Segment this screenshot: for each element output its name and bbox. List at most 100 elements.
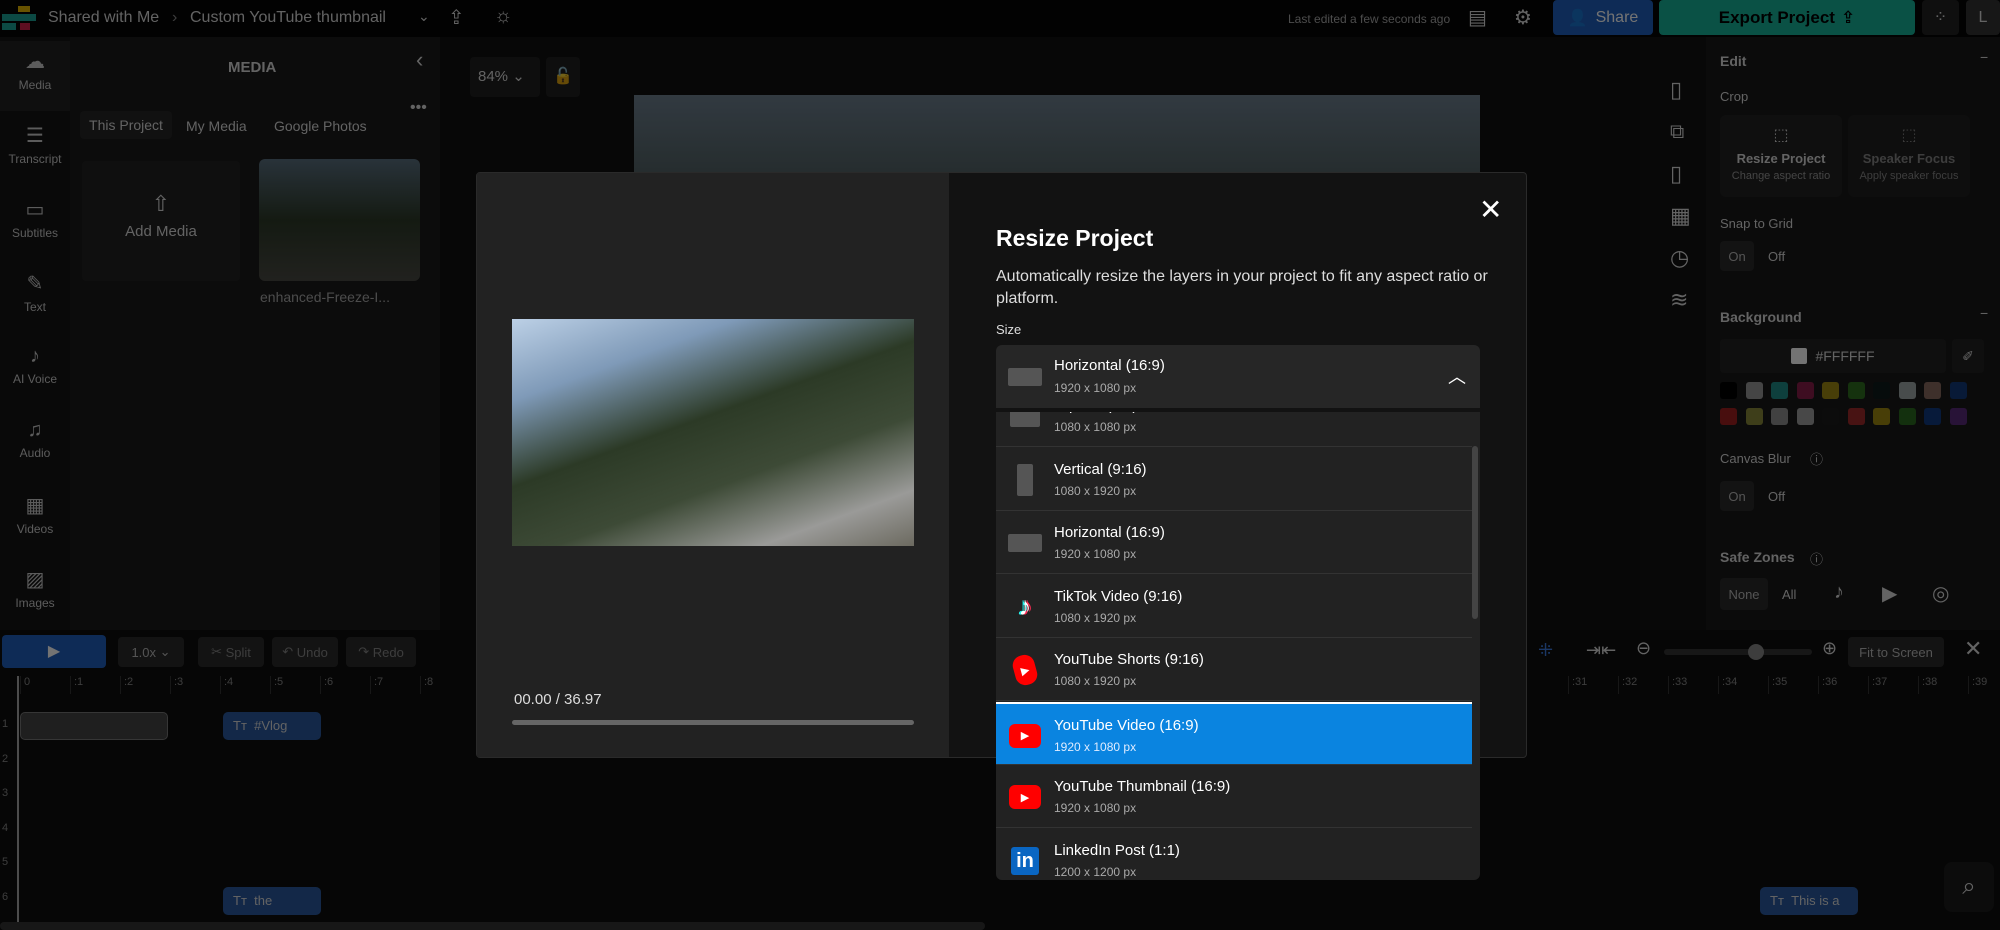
tab-this-project[interactable]: This Project: [80, 111, 172, 139]
grid-icon[interactable]: ▦: [1670, 203, 1691, 229]
lightbulb-icon[interactable]: ☼: [494, 5, 512, 28]
size-option[interactable]: Square (1:1)1080 x 1080 px: [996, 412, 1472, 447]
comments-icon[interactable]: ▤: [1468, 5, 1487, 30]
preview-progress-bar[interactable]: [512, 720, 914, 725]
collapse-panel-icon[interactable]: ‹: [416, 47, 423, 73]
rail-item-transcript[interactable]: ☰ Transcript: [0, 115, 70, 185]
size-option[interactable]: ▶ YouTube Video (16:9) 1920 x 1080 px: [996, 701, 1472, 765]
speaker-focus-button[interactable]: ⬚ Speaker Focus Apply speaker focus: [1848, 115, 1970, 197]
play-button[interactable]: ▶: [2, 635, 106, 668]
unlock-icon[interactable]: 🔓: [546, 57, 580, 97]
redo-button[interactable]: ↷ Redo: [346, 637, 416, 667]
undo-button[interactable]: ↶ Undo: [272, 637, 338, 667]
share-button[interactable]: 👤 Share: [1553, 0, 1653, 35]
safe-zone-none-button[interactable]: None: [1720, 578, 1768, 610]
color-swatch[interactable]: [1898, 382, 1916, 399]
avatar[interactable]: L: [1966, 0, 2000, 35]
color-swatch[interactable]: [1771, 382, 1788, 399]
add-media-button[interactable]: ⇧ Add Media: [82, 161, 240, 281]
snap-magnet-icon[interactable]: ⁜: [1538, 640, 1553, 661]
color-swatch[interactable]: [1796, 408, 1814, 425]
eyedropper-icon[interactable]: ✐: [1952, 339, 1984, 373]
rail-item-ai-voice[interactable]: ♪ AI Voice: [0, 337, 70, 407]
snap-on-button[interactable]: On: [1720, 241, 1754, 271]
color-swatch[interactable]: [1720, 382, 1737, 399]
more-options-icon[interactable]: •••: [410, 99, 427, 117]
fit-arrows-icon[interactable]: ⇥⇤: [1586, 640, 1616, 661]
close-icon[interactable]: ✕: [1479, 193, 1502, 226]
timer-icon[interactable]: ◷: [1670, 245, 1689, 271]
rail-item-images[interactable]: ▨ Images: [0, 559, 70, 629]
help-icon[interactable]: ⓘ: [1810, 549, 1823, 568]
color-swatch[interactable]: [1720, 408, 1737, 425]
text-clip[interactable]: Tт This is a: [1760, 887, 1858, 915]
split-button[interactable]: ✂ Split: [198, 637, 264, 667]
playhead[interactable]: [17, 676, 19, 926]
gear-icon[interactable]: ⚙: [1514, 5, 1532, 30]
zoom-in-icon[interactable]: ⊕: [1822, 638, 1837, 659]
size-option[interactable]: ▶ YouTube Shorts (9:16) 1080 x 1920 px: [996, 638, 1472, 701]
collapse-icon[interactable]: −: [1980, 305, 1988, 321]
text-clip[interactable]: Tт #Vlog: [223, 712, 321, 740]
color-swatch[interactable]: [1873, 408, 1890, 425]
timeline-zoom-slider[interactable]: [1664, 644, 1812, 660]
timeline-scrollbar[interactable]: [0, 922, 985, 930]
color-swatch[interactable]: [1847, 408, 1865, 425]
rail-item-videos[interactable]: ▦ Videos: [0, 485, 70, 555]
color-swatch[interactable]: [1745, 382, 1763, 399]
color-swatch[interactable]: [1873, 382, 1890, 399]
size-option[interactable]: ♪ TikTok Video (9:16) 1080 x 1920 px: [996, 575, 1472, 638]
tab-my-media[interactable]: My Media: [186, 118, 247, 134]
color-swatch[interactable]: [1924, 408, 1941, 425]
background-color-input[interactable]: #FFFFFF: [1720, 339, 1946, 373]
layers-icon[interactable]: ≋: [1670, 287, 1688, 313]
size-option[interactable]: ▶ YouTube Thumbnail (16:9) 1920 x 1080 px: [996, 765, 1472, 828]
close-timeline-icon[interactable]: ✕: [1964, 636, 1982, 662]
app-logo[interactable]: [2, 6, 36, 30]
phone-icon[interactable]: ▯: [1670, 161, 1682, 187]
safe-zone-all-button[interactable]: All: [1782, 587, 1796, 602]
zoom-out-icon[interactable]: ⊖: [1636, 638, 1651, 659]
size-option[interactable]: in LinkedIn Post (1:1) 1200 x 1200 px: [996, 829, 1472, 881]
video-clip[interactable]: [20, 712, 168, 740]
color-swatch[interactable]: [1796, 382, 1814, 399]
text-clip[interactable]: Tт the: [223, 887, 321, 915]
color-swatch[interactable]: [1771, 408, 1788, 425]
search-icon[interactable]: ⌕: [1944, 862, 1994, 912]
upload-icon[interactable]: ⇪: [448, 5, 465, 30]
chevron-down-icon[interactable]: ⌄: [418, 8, 430, 25]
size-option[interactable]: Horizontal (16:9) 1920 x 1080 px: [996, 511, 1472, 574]
color-swatch[interactable]: [1822, 382, 1839, 399]
media-thumbnail[interactable]: [259, 159, 420, 281]
instagram-icon[interactable]: ◎: [1932, 581, 1949, 606]
rail-item-subtitles[interactable]: ▭ Subtitles: [0, 189, 70, 259]
color-swatch[interactable]: [1745, 408, 1763, 425]
fit-to-screen-button[interactable]: Fit to Screen: [1848, 637, 1944, 667]
color-swatch[interactable]: [1898, 408, 1916, 425]
color-swatch[interactable]: [1949, 382, 1967, 399]
resize-icon[interactable]: ⧉: [1670, 121, 1684, 144]
media-file-name[interactable]: enhanced-Freeze-I...: [260, 289, 390, 305]
help-icon[interactable]: ⓘ: [1810, 449, 1823, 468]
color-swatch[interactable]: [1847, 382, 1865, 399]
tab-google-photos[interactable]: Google Photos: [274, 118, 367, 134]
resize-project-button[interactable]: ⬚ Resize Project Change aspect ratio: [1720, 115, 1842, 197]
color-swatch[interactable]: [1822, 408, 1839, 425]
project-name[interactable]: Custom YouTube thumbnail: [190, 9, 386, 27]
tiktok-icon[interactable]: ♪: [1834, 581, 1844, 604]
export-project-button[interactable]: Export Project ⇪: [1659, 0, 1915, 35]
blur-on-button[interactable]: On: [1720, 481, 1754, 511]
color-swatch[interactable]: [1949, 408, 1967, 425]
rail-item-media[interactable]: ☁ Media: [0, 41, 70, 111]
snap-off-button[interactable]: Off: [1768, 249, 1785, 264]
zoom-select[interactable]: 84% ⌄: [470, 57, 540, 97]
color-swatch[interactable]: [1924, 382, 1941, 399]
list-scrollbar[interactable]: [1472, 446, 1478, 619]
rail-item-text[interactable]: ✎ Text: [0, 263, 70, 333]
breadcrumb-root[interactable]: Shared with Me: [48, 9, 159, 27]
slider-thumb[interactable]: [1747, 644, 1764, 660]
blur-off-button[interactable]: Off: [1768, 489, 1785, 504]
youtube-icon[interactable]: ▶: [1882, 581, 1897, 606]
size-select[interactable]: Horizontal (16:9) 1920 x 1080 px ︿: [996, 345, 1480, 408]
page-icon[interactable]: ▯: [1670, 77, 1682, 103]
